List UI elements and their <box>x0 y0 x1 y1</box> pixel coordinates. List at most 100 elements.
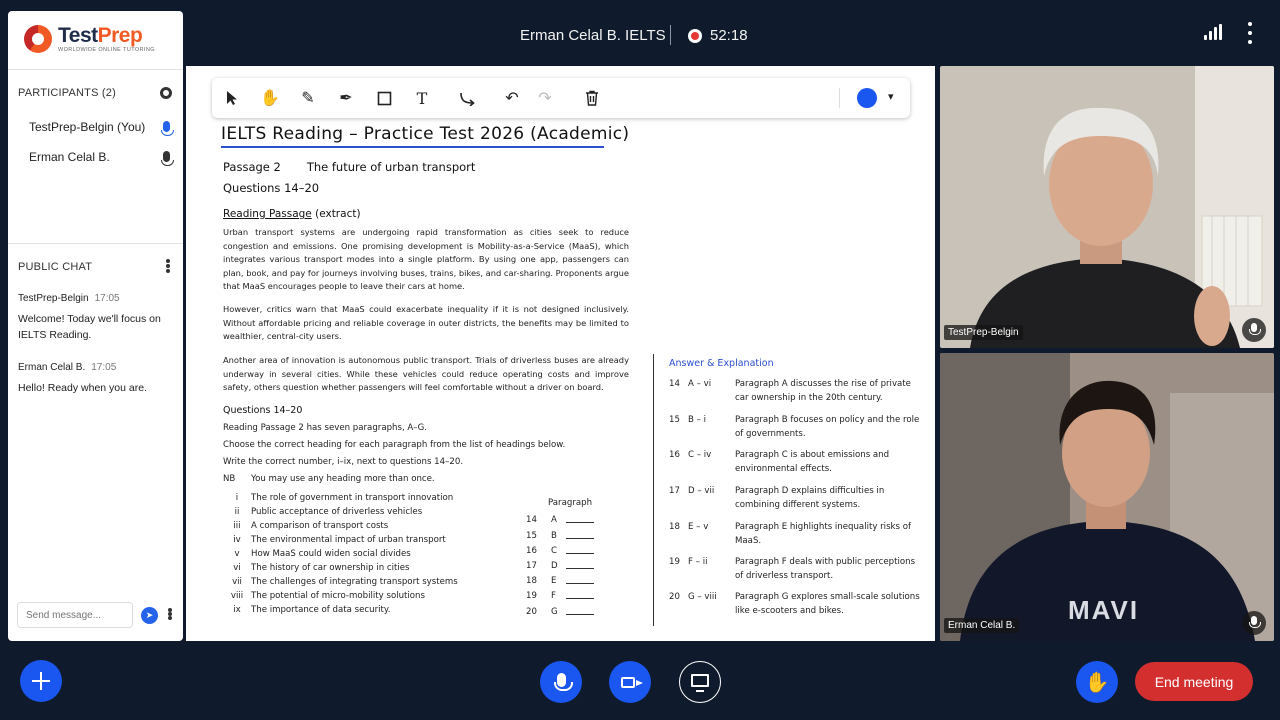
camera-toggle-button[interactable] <box>609 661 651 703</box>
chevron-down-icon[interactable]: ▾ <box>888 90 894 103</box>
record-icon <box>688 28 702 43</box>
testprep-logo: TestPrep WORLDWIDE ONLINE TUTORING <box>24 25 155 53</box>
heading-option: ii Public acceptance of driverless vehicl… <box>234 507 423 517</box>
question-row: 17 D <box>526 561 594 571</box>
mic-icon[interactable] <box>161 121 174 136</box>
participant-item[interactable]: Erman Celal B. <box>29 150 179 168</box>
chat-time: 17:05 <box>91 362 117 373</box>
heading-option: iv The environmental impact of urban tran… <box>233 535 446 545</box>
heading-option: viii The potential of micro-mobility solu… <box>230 591 425 601</box>
connector-icon[interactable] <box>457 88 477 108</box>
chat-message-input[interactable] <box>17 602 133 628</box>
heading-option: i The role of government in transport inn… <box>235 493 454 503</box>
undo-icon[interactable]: ↶ <box>502 88 522 108</box>
rectangle-icon[interactable] <box>374 88 394 108</box>
question-row: 14 A <box>526 515 594 525</box>
raise-hand-button[interactable]: ✋ <box>1076 661 1118 703</box>
top-bar: Erman Celal B. IELTS 52:18 <box>186 0 1280 66</box>
heading-option: ix The importance of data security. <box>233 605 391 615</box>
answer-blank <box>566 583 594 584</box>
answer-blank <box>566 538 594 539</box>
question-row: 19 F <box>526 591 594 601</box>
text-icon[interactable]: T <box>412 88 432 108</box>
screen-share-icon <box>691 674 709 692</box>
chat-text: Welcome! Today we'll focus on IELTS Read… <box>18 313 161 341</box>
add-button[interactable] <box>20 660 62 702</box>
chat-message: Erman Celal B. 17:05 Hello! Ready when yo… <box>18 360 168 396</box>
instruction-line: Write the correct number, i–ix, next to … <box>223 457 464 467</box>
logo-tagline: WORLDWIDE ONLINE TUTORING <box>58 47 155 53</box>
passage-paragraph: Another area of innovation is autonomous… <box>223 355 629 392</box>
heading-option: vi The history of car ownership in cities <box>233 563 410 573</box>
end-meeting-button[interactable]: End meeting <box>1135 662 1253 701</box>
answers-heading: Answer & Explanation <box>669 358 774 369</box>
chat-time: 17:05 <box>94 293 120 304</box>
passage-heading: Passage 2 The future of urban transport <box>223 160 476 174</box>
answer-blank <box>566 598 594 599</box>
pen-color-swatch[interactable] <box>857 88 877 108</box>
student-video-feed: MAVI <box>940 353 1274 641</box>
meeting-title: Erman Celal B. IELTS <box>520 27 666 44</box>
answer-blank <box>566 568 594 569</box>
mic-icon[interactable] <box>1242 318 1266 342</box>
recording-indicator: 52:18 <box>688 27 748 44</box>
video-tile-student[interactable]: MAVI Erman Celal B. <box>940 353 1274 641</box>
screen-share-button[interactable] <box>679 661 721 703</box>
chat-header: PUBLIC CHAT <box>18 261 93 273</box>
participant-name: Erman Celal B. <box>29 150 110 164</box>
send-icon[interactable]: ➤ <box>141 607 158 624</box>
document-title: IELTS Reading – Practice Test 2026 (Acad… <box>221 124 630 144</box>
microphone-toggle-button[interactable] <box>540 661 582 703</box>
title-separator <box>670 25 671 45</box>
reading-passage-label: Reading Passage (extract) <box>223 208 361 220</box>
title-underline <box>221 146 604 148</box>
chat-text: Hello! Ready when you are. <box>18 382 147 394</box>
tutor-video-feed <box>940 66 1274 348</box>
instruction-line: Reading Passage 2 has seven paragraphs, … <box>223 423 427 433</box>
chat-input-options-icon[interactable] <box>167 608 173 620</box>
instruction-line: Choose the correct heading for each para… <box>223 440 566 450</box>
mic-icon[interactable] <box>161 151 174 166</box>
chat-options-icon[interactable] <box>165 259 171 273</box>
question-row: 18 E <box>526 576 594 586</box>
divider <box>8 243 183 244</box>
whiteboard-toolbar: ✋ ✎ ✒ T ↶ ↷ ▾ <box>212 78 910 118</box>
shirt-print: MAVI <box>1068 595 1139 625</box>
participants-header: PARTICIPANTS (2) <box>18 87 116 99</box>
hand-icon: ✋ <box>1084 671 1110 694</box>
answer-blank <box>566 614 594 615</box>
marker-icon[interactable]: ✒ <box>336 88 356 108</box>
question-row: 20 G <box>526 607 594 617</box>
participant-name: TestPrep-Belgin (You) <box>29 120 146 134</box>
trash-icon[interactable] <box>582 88 602 108</box>
gear-icon[interactable] <box>160 87 172 99</box>
passage-paragraph: However, critics warn that MaaS could ex… <box>223 304 629 341</box>
recording-time: 52:18 <box>710 27 748 44</box>
microphone-icon <box>553 673 573 691</box>
participant-item[interactable]: TestPrep-Belgin (You) <box>29 120 179 138</box>
more-options-icon[interactable] <box>1244 22 1256 44</box>
hand-icon[interactable]: ✋ <box>260 88 280 108</box>
redo-icon[interactable]: ↷ <box>535 88 555 108</box>
answer-blank <box>566 522 594 523</box>
video-tile-tutor[interactable]: TestPrep-Belgin <box>940 66 1274 348</box>
question-row: 16 C <box>526 546 594 556</box>
heading-option: v How MaaS could widen social divides <box>234 549 411 559</box>
nb-note: NB You may use any heading more than once… <box>223 474 435 484</box>
pencil-icon[interactable]: ✎ <box>298 88 318 108</box>
sidebar: TestPrep WORLDWIDE ONLINE TUTORING PARTI… <box>8 11 183 641</box>
pointer-icon[interactable] <box>222 88 242 108</box>
camera-icon <box>621 676 643 688</box>
connection-signal-icon[interactable] <box>1204 24 1222 40</box>
column-divider <box>653 354 654 626</box>
whiteboard[interactable]: ✋ ✎ ✒ T ↶ ↷ ▾ IELTS Reading – Practice T… <box>186 66 935 641</box>
questions-heading: Questions 14–20 <box>223 405 303 416</box>
divider <box>8 69 183 70</box>
passage-paragraph: Urban transport systems are undergoing r… <box>223 227 629 291</box>
paragraph-column-head: Paragraph <box>548 498 593 508</box>
chat-message: TestPrep-Belgin 17:05 Welcome! Today we'l… <box>18 291 168 343</box>
answer-blank <box>566 553 594 554</box>
toolbar-separator <box>839 88 840 108</box>
mic-icon[interactable] <box>1242 611 1266 635</box>
heading-option: iii A comparison of transport costs <box>233 521 389 531</box>
